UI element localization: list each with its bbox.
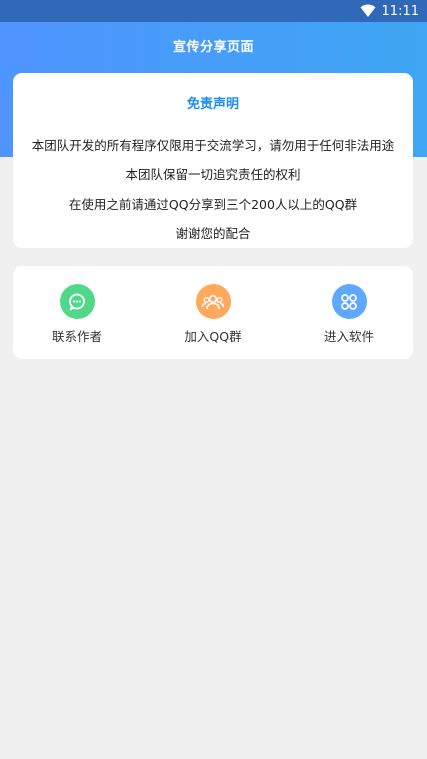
actions-card: 联系作者 加入QQ群 进入软件 [13,266,413,359]
disclaimer-title: 免责声明 [186,97,239,112]
title-bar: 宣传分享页面 [0,22,427,68]
disclaimer-line: 本团队开发的所有程序仅限用于交流学习，请勿用于任何非法用途 [31,138,395,153]
group-people-icon [195,284,231,319]
chat-bubble-icon [59,284,95,319]
disclaimer-card: 免责声明 本团队开发的所有程序仅限用于交流学习，请勿用于任何非法用途 本团队保留… [13,73,413,248]
contact-author-label: 联系作者 [51,329,102,344]
page-title: 宣传分享页面 [172,39,254,55]
enter-software-button[interactable]: 进入软件 [294,284,404,348]
join-qq-group-label: 加入QQ群 [184,329,242,344]
status-time: 11:11 [381,3,419,19]
disclaimer-line: 本团队保留一切追究责任的权利 [125,167,301,182]
enter-software-label: 进入软件 [323,329,374,344]
join-qq-group-button[interactable]: 加入QQ群 [158,284,268,348]
disclaimer-line: 谢谢您的配合 [175,226,251,241]
contact-author-button[interactable]: 联系作者 [22,284,132,348]
wifi-icon [360,4,376,17]
status-indicators: 11:11 [360,2,419,20]
disclaimer-line: 在使用之前请通过QQ分享到三个200人以上的QQ群 [68,197,358,212]
apps-grid-icon [331,284,367,319]
status-bar: 11:11 [0,0,427,22]
